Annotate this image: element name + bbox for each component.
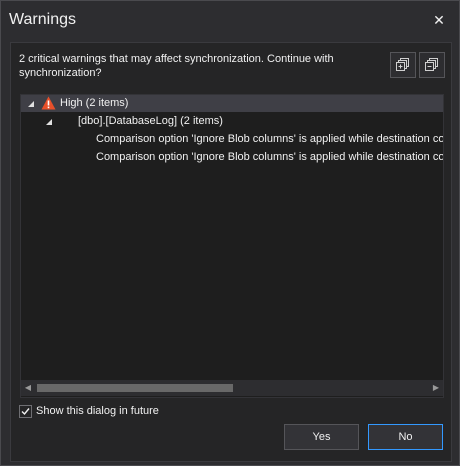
tree-node-high[interactable]: High (2 items) [21, 95, 443, 112]
scroll-right-icon[interactable]: ▶ [429, 380, 443, 396]
show-dialog-checkbox[interactable] [19, 405, 32, 418]
warnings-dialog: Warnings ✕ 2 critical warnings that may … [0, 0, 460, 466]
scroll-left-icon[interactable]: ◀ [21, 380, 35, 396]
collapse-all-button[interactable] [419, 52, 445, 78]
expand-all-button[interactable] [390, 52, 416, 78]
tree-node-label: [dbo].[DatabaseLog] (2 items) [78, 115, 223, 127]
tree-item-warning[interactable]: Comparison option 'Ignore Blob columns' … [21, 131, 443, 148]
close-icon[interactable]: ✕ [429, 10, 449, 30]
content-panel: 2 critical warnings that may affect sync… [10, 42, 452, 462]
tree-item-label: Comparison option 'Ignore Blob columns' … [96, 133, 444, 145]
scrollbar-thumb[interactable] [37, 384, 233, 392]
collapse-all-icon [425, 58, 438, 71]
no-button[interactable]: No [368, 424, 443, 450]
collapse-arrow-icon[interactable] [28, 101, 34, 107]
warnings-tree[interactable]: High (2 items) [dbo].[DatabaseLog] (2 it… [20, 94, 444, 398]
warning-icon [41, 96, 56, 110]
checkmark-icon [21, 408, 30, 416]
dialog-title: Warnings [9, 11, 76, 28]
horizontal-scrollbar[interactable]: ◀ ▶ [21, 380, 443, 396]
expand-all-icon [396, 58, 409, 71]
tree-node-label: High (2 items) [60, 97, 129, 109]
checkbox-label: Show this dialog in future [36, 405, 159, 417]
warning-message: 2 critical warnings that may affect sync… [19, 53, 334, 79]
title-bar: Warnings ✕ [1, 1, 459, 39]
tree-node-object[interactable]: [dbo].[DatabaseLog] (2 items) [21, 113, 443, 130]
collapse-arrow-icon[interactable] [46, 119, 52, 125]
tree-item-warning[interactable]: Comparison option 'Ignore Blob columns' … [21, 149, 443, 166]
tree-item-label: Comparison option 'Ignore Blob columns' … [96, 151, 444, 163]
yes-button[interactable]: Yes [284, 424, 359, 450]
